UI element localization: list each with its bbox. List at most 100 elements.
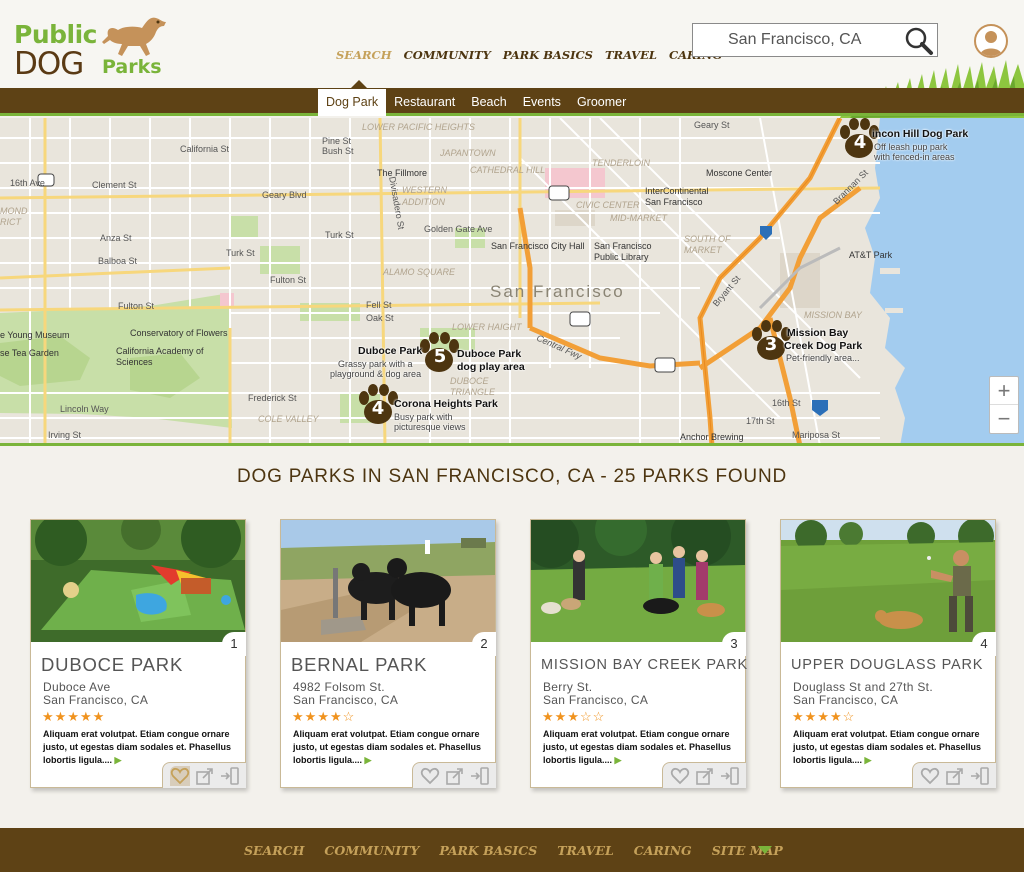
send-to-phone-icon[interactable] [470, 766, 490, 786]
card-rating: ★ ★ ★ ★ ☆ [292, 710, 354, 723]
star-empty-icon: ☆ [579, 709, 592, 724]
star-filled-icon: ★ [554, 709, 567, 724]
send-to-phone-icon[interactable] [720, 766, 740, 786]
map-pin-rincon-hill-sub2: with fenced-in areas [874, 152, 955, 162]
share-icon[interactable] [945, 766, 965, 786]
logo-dog-text: DOG [14, 46, 84, 82]
map-label-irving-st: Irving St [48, 430, 82, 440]
map-label-lincoln-way: Lincoln Way [60, 404, 109, 414]
map-label-geary-st: Geary St [694, 120, 730, 130]
footer-site-map[interactable]: SITE MAP [712, 843, 783, 858]
share-icon[interactable] [695, 766, 715, 786]
footer-search[interactable]: SEARCH [244, 843, 304, 858]
map-label-tenderloin: TENDERLOIN [592, 158, 651, 168]
card-title[interactable]: DUBOCE PARK [41, 654, 183, 676]
search-input[interactable] [693, 24, 898, 56]
share-icon[interactable] [445, 766, 465, 786]
star-empty-icon: ☆ [592, 709, 605, 724]
subnav-events[interactable]: Events [515, 88, 569, 116]
map-label-cathedral-hill: CATHEDRAL HILL [470, 165, 546, 175]
zoom-out-button[interactable]: − [990, 405, 1018, 433]
park-photo-bernal [281, 520, 495, 642]
map-pin-corona-heights-sub1: Busy park with [394, 412, 453, 422]
search-icon[interactable] [903, 26, 935, 56]
star-filled-icon: ★ [792, 709, 804, 724]
card-title[interactable]: BERNAL PARK [291, 654, 427, 676]
footer-caring[interactable]: CARING [634, 843, 692, 858]
star-filled-icon: ★ [804, 709, 817, 724]
map-poi-fillmore: The Fillmore [377, 168, 428, 178]
map-pin-mission-bay-sub1: Creek Dog Park [784, 340, 863, 352]
card-address-line2: San Francisco, CA [43, 693, 149, 707]
star-filled-icon: ★ [67, 709, 79, 724]
map-pin-corona-heights-number: 4 [371, 398, 385, 419]
map-label-lower-pacific-heights: LOWER PACIFIC HEIGHTS [362, 122, 475, 132]
map-label-17th-st: 17th St [746, 416, 775, 426]
subnav-dog-park[interactable]: Dog Park [318, 89, 387, 116]
card-title[interactable]: UPPER DOUGLASS PARK [791, 657, 983, 673]
map-poi-moscone: Moscone Center [706, 168, 773, 178]
chevron-down-icon[interactable] [758, 846, 772, 854]
map-view[interactable]: 16th Ave California St Clement St Geary … [0, 118, 1024, 446]
user-icon [980, 31, 1002, 56]
favorite-heart-icon[interactable] [169, 765, 190, 786]
card-address: Berry St. San Francisco, CA [543, 681, 648, 707]
card-rating: ★ ★ ★ ☆ ☆ [542, 710, 604, 723]
map-label-mid-market: MID-MARKET [610, 213, 667, 223]
nav-community[interactable]: COMMUNITY [404, 48, 491, 62]
map-pin-mission-bay-sub2: Pet-friendly area... [786, 353, 860, 363]
map-label-16th: 16th Ave [10, 178, 45, 188]
card-address-line2: San Francisco, CA [793, 693, 899, 707]
nav-search[interactable]: SEARCH [336, 48, 392, 62]
favorite-heart-icon[interactable] [420, 766, 440, 786]
nav-travel[interactable]: TRAVEL [605, 48, 657, 62]
card-description-text: Aliquam erat volutpat. Etiam congue orna… [543, 729, 732, 765]
footer-community[interactable]: COMMUNITY [324, 843, 419, 858]
subnav-restaurant[interactable]: Restaurant [386, 88, 463, 116]
map-pin-duboce-park-sub1: dog play area [457, 361, 525, 373]
card-actions [912, 762, 996, 788]
favorite-heart-icon[interactable] [670, 766, 690, 786]
user-avatar[interactable] [974, 24, 1008, 58]
share-icon[interactable] [195, 766, 215, 786]
map-label-california-st: California St [180, 144, 230, 154]
zoom-in-button[interactable]: + [990, 377, 1018, 405]
card-title[interactable]: MISSION BAY CREEK PARK [541, 657, 748, 673]
map-city-label: San Francisco [490, 282, 625, 301]
star-filled-icon: ★ [817, 709, 829, 724]
card-address: 4982 Folsom St. San Francisco, CA [293, 681, 398, 707]
card-description-text: Aliquam erat volutpat. Etiam congue orna… [43, 729, 232, 765]
footer-travel[interactable]: TRAVEL [557, 843, 614, 858]
read-more-arrow-icon[interactable]: ▶ [615, 755, 622, 765]
star-empty-icon: ☆ [842, 709, 855, 724]
map-label-mariposa-st: Mariposa St [792, 430, 841, 440]
footer-park-basics[interactable]: PARK BASICS [439, 843, 537, 858]
read-more-arrow-icon[interactable]: ▶ [865, 755, 872, 765]
card-description-text: Aliquam erat volutpat. Etiam congue orna… [793, 729, 982, 765]
card-number: 4 [972, 632, 996, 656]
map-label-balboa-st: Balboa St [98, 256, 138, 266]
nav-park-basics[interactable]: PARK BASICS [503, 48, 593, 62]
map-poi-intercontinental: InterContinental San Francisco [645, 186, 709, 207]
subnav-beach[interactable]: Beach [463, 88, 514, 116]
park-card[interactable]: 2 BERNAL PARK 4982 Folsom St. San Franci… [280, 519, 496, 788]
read-more-arrow-icon[interactable]: ▶ [115, 755, 122, 765]
card-address-line2: San Francisco, CA [293, 693, 399, 707]
park-card[interactable]: 3 MISSION BAY CREEK PARK Berry St. San F… [530, 519, 748, 788]
map-poi-library: San Francisco Public Library [594, 241, 652, 262]
park-photo-mission-bay [531, 520, 745, 642]
star-empty-icon: ☆ [342, 709, 355, 724]
star-filled-icon: ★ [92, 709, 105, 724]
card-address: Douglass St and 27th St. San Francisco, … [793, 681, 933, 707]
read-more-arrow-icon[interactable]: ▶ [365, 755, 372, 765]
park-card[interactable]: 4 UPPER DOUGLASS PARK Douglass St and 27… [780, 519, 996, 788]
park-card[interactable]: 1 DUBOCE PARK Duboce Ave San Francisco, … [30, 519, 246, 788]
card-number: 3 [722, 632, 746, 656]
send-to-phone-icon[interactable] [220, 766, 240, 786]
site-logo[interactable]: Public DOG Parks [14, 14, 174, 82]
favorite-heart-icon[interactable] [920, 766, 940, 786]
map-poi-att-park: AT&T Park [849, 250, 893, 260]
send-to-phone-icon[interactable] [970, 766, 990, 786]
subnav-groomer[interactable]: Groomer [569, 88, 634, 116]
star-filled-icon: ★ [79, 709, 92, 724]
